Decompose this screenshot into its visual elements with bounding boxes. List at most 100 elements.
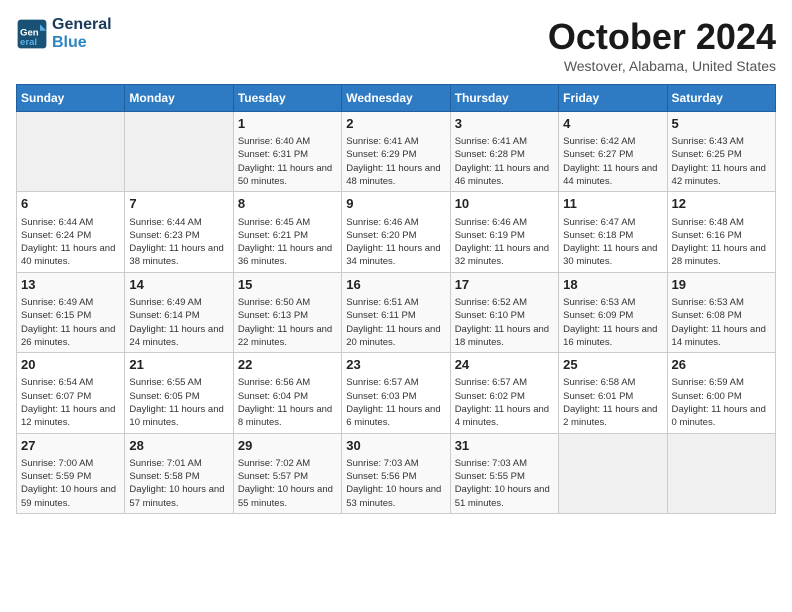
day-number: 16 <box>346 276 445 294</box>
day-number: 30 <box>346 437 445 455</box>
day-number: 10 <box>455 195 554 213</box>
calendar-header-row: SundayMondayTuesdayWednesdayThursdayFrid… <box>17 85 776 112</box>
day-number: 27 <box>21 437 120 455</box>
calendar-cell: 12 Sunrise: 6:48 AM Sunset: 6:16 PM Dayli… <box>667 192 775 272</box>
day-number: 28 <box>129 437 228 455</box>
col-header-friday: Friday <box>559 85 667 112</box>
day-number: 26 <box>672 356 771 374</box>
calendar-cell: 20 Sunrise: 6:54 AM Sunset: 6:07 PM Dayli… <box>17 353 125 433</box>
day-number: 21 <box>129 356 228 374</box>
svg-text:eral: eral <box>20 37 37 48</box>
calendar-cell: 16 Sunrise: 6:51 AM Sunset: 6:11 PM Dayli… <box>342 272 450 352</box>
month-title: October 2024 <box>548 16 776 58</box>
cell-info: Sunrise: 6:58 AM Sunset: 6:01 PM Dayligh… <box>563 376 662 429</box>
calendar-cell: 2 Sunrise: 6:41 AM Sunset: 6:29 PM Daylig… <box>342 112 450 192</box>
day-number: 19 <box>672 276 771 294</box>
calendar-cell: 7Sunrise: 6:44 AM Sunset: 6:23 PM Daylig… <box>125 192 233 272</box>
day-number: 18 <box>563 276 662 294</box>
day-number: 31 <box>455 437 554 455</box>
logo-icon: Gen eral <box>16 18 48 50</box>
col-header-sunday: Sunday <box>17 85 125 112</box>
cell-info: Sunrise: 6:43 AM Sunset: 6:25 PM Dayligh… <box>672 135 771 188</box>
calendar-cell: 4 Sunrise: 6:42 AM Sunset: 6:27 PM Daylig… <box>559 112 667 192</box>
day-number: 1 <box>238 115 337 133</box>
cell-info: Sunrise: 7:03 AM Sunset: 5:55 PM Dayligh… <box>455 457 554 510</box>
cell-info: Sunrise: 6:44 AM Sunset: 6:23 PM Dayligh… <box>129 216 228 269</box>
cell-info: Sunrise: 6:47 AM Sunset: 6:18 PM Dayligh… <box>563 216 662 269</box>
cell-info: Sunrise: 6:45 AM Sunset: 6:21 PM Dayligh… <box>238 216 337 269</box>
logo-text-blue: Blue <box>52 34 112 52</box>
calendar-cell <box>667 433 775 513</box>
calendar-cell: 23 Sunrise: 6:57 AM Sunset: 6:03 PM Dayli… <box>342 353 450 433</box>
calendar-week-3: 13 Sunrise: 6:49 AM Sunset: 6:15 PM Dayli… <box>17 272 776 352</box>
day-number: 15 <box>238 276 337 294</box>
cell-info: Sunrise: 6:56 AM Sunset: 6:04 PM Dayligh… <box>238 376 337 429</box>
day-number: 20 <box>21 356 120 374</box>
cell-info: Sunrise: 6:40 AM Sunset: 6:31 PM Dayligh… <box>238 135 337 188</box>
day-number: 17 <box>455 276 554 294</box>
calendar-cell: 22 Sunrise: 6:56 AM Sunset: 6:04 PM Dayli… <box>233 353 341 433</box>
day-number: 4 <box>563 115 662 133</box>
cell-info: Sunrise: 6:48 AM Sunset: 6:16 PM Dayligh… <box>672 216 771 269</box>
day-number: 3 <box>455 115 554 133</box>
day-number: 6 <box>21 195 120 213</box>
col-header-monday: Monday <box>125 85 233 112</box>
calendar-cell: 26 Sunrise: 6:59 AM Sunset: 6:00 PM Dayli… <box>667 353 775 433</box>
day-number: 2 <box>346 115 445 133</box>
day-number: 12 <box>672 195 771 213</box>
calendar-cell: 10 Sunrise: 6:46 AM Sunset: 6:19 PM Dayli… <box>450 192 558 272</box>
cell-info: Sunrise: 6:49 AM Sunset: 6:15 PM Dayligh… <box>21 296 120 349</box>
day-number: 11 <box>563 195 662 213</box>
calendar-cell: 3 Sunrise: 6:41 AM Sunset: 6:28 PM Daylig… <box>450 112 558 192</box>
calendar-week-5: 27 Sunrise: 7:00 AM Sunset: 5:59 PM Dayli… <box>17 433 776 513</box>
day-number: 29 <box>238 437 337 455</box>
calendar-cell: 11 Sunrise: 6:47 AM Sunset: 6:18 PM Dayli… <box>559 192 667 272</box>
day-number: 23 <box>346 356 445 374</box>
day-number: 13 <box>21 276 120 294</box>
cell-info: Sunrise: 6:54 AM Sunset: 6:07 PM Dayligh… <box>21 376 120 429</box>
calendar-cell: 6 Sunrise: 6:44 AM Sunset: 6:24 PM Daylig… <box>17 192 125 272</box>
calendar-cell <box>17 112 125 192</box>
calendar-cell: 19Sunrise: 6:53 AM Sunset: 6:08 PM Dayli… <box>667 272 775 352</box>
calendar-cell <box>125 112 233 192</box>
calendar-cell: 27 Sunrise: 7:00 AM Sunset: 5:59 PM Dayli… <box>17 433 125 513</box>
calendar-cell: 1 Sunrise: 6:40 AM Sunset: 6:31 PM Daylig… <box>233 112 341 192</box>
cell-info: Sunrise: 6:49 AM Sunset: 6:14 PM Dayligh… <box>129 296 228 349</box>
cell-info: Sunrise: 6:57 AM Sunset: 6:03 PM Dayligh… <box>346 376 445 429</box>
cell-info: Sunrise: 6:59 AM Sunset: 6:00 PM Dayligh… <box>672 376 771 429</box>
col-header-thursday: Thursday <box>450 85 558 112</box>
calendar-cell: 9Sunrise: 6:46 AM Sunset: 6:20 PM Daylig… <box>342 192 450 272</box>
calendar-cell: 18Sunrise: 6:53 AM Sunset: 6:09 PM Dayli… <box>559 272 667 352</box>
day-number: 24 <box>455 356 554 374</box>
calendar-cell <box>559 433 667 513</box>
cell-info: Sunrise: 6:42 AM Sunset: 6:27 PM Dayligh… <box>563 135 662 188</box>
col-header-wednesday: Wednesday <box>342 85 450 112</box>
logo: Gen eral General Blue <box>16 16 112 52</box>
calendar-cell: 8 Sunrise: 6:45 AM Sunset: 6:21 PM Daylig… <box>233 192 341 272</box>
calendar-cell: 14Sunrise: 6:49 AM Sunset: 6:14 PM Dayli… <box>125 272 233 352</box>
calendar-week-4: 20 Sunrise: 6:54 AM Sunset: 6:07 PM Dayli… <box>17 353 776 433</box>
cell-info: Sunrise: 7:01 AM Sunset: 5:58 PM Dayligh… <box>129 457 228 510</box>
cell-info: Sunrise: 6:55 AM Sunset: 6:05 PM Dayligh… <box>129 376 228 429</box>
cell-info: Sunrise: 7:00 AM Sunset: 5:59 PM Dayligh… <box>21 457 120 510</box>
calendar-cell: 13 Sunrise: 6:49 AM Sunset: 6:15 PM Dayli… <box>17 272 125 352</box>
calendar-cell: 25Sunrise: 6:58 AM Sunset: 6:01 PM Dayli… <box>559 353 667 433</box>
col-header-tuesday: Tuesday <box>233 85 341 112</box>
day-number: 22 <box>238 356 337 374</box>
cell-info: Sunrise: 6:50 AM Sunset: 6:13 PM Dayligh… <box>238 296 337 349</box>
calendar-cell: 15 Sunrise: 6:50 AM Sunset: 6:13 PM Dayli… <box>233 272 341 352</box>
cell-info: Sunrise: 6:41 AM Sunset: 6:28 PM Dayligh… <box>455 135 554 188</box>
calendar-week-2: 6 Sunrise: 6:44 AM Sunset: 6:24 PM Daylig… <box>17 192 776 272</box>
cell-info: Sunrise: 6:44 AM Sunset: 6:24 PM Dayligh… <box>21 216 120 269</box>
day-number: 9 <box>346 195 445 213</box>
day-number: 8 <box>238 195 337 213</box>
cell-info: Sunrise: 6:46 AM Sunset: 6:19 PM Dayligh… <box>455 216 554 269</box>
location: Westover, Alabama, United States <box>548 58 776 74</box>
col-header-saturday: Saturday <box>667 85 775 112</box>
cell-info: Sunrise: 6:52 AM Sunset: 6:10 PM Dayligh… <box>455 296 554 349</box>
calendar-cell: 28 Sunrise: 7:01 AM Sunset: 5:58 PM Dayli… <box>125 433 233 513</box>
calendar-cell: 17 Sunrise: 6:52 AM Sunset: 6:10 PM Dayli… <box>450 272 558 352</box>
cell-info: Sunrise: 6:41 AM Sunset: 6:29 PM Dayligh… <box>346 135 445 188</box>
cell-info: Sunrise: 6:51 AM Sunset: 6:11 PM Dayligh… <box>346 296 445 349</box>
logo-text-general: General <box>52 16 112 34</box>
